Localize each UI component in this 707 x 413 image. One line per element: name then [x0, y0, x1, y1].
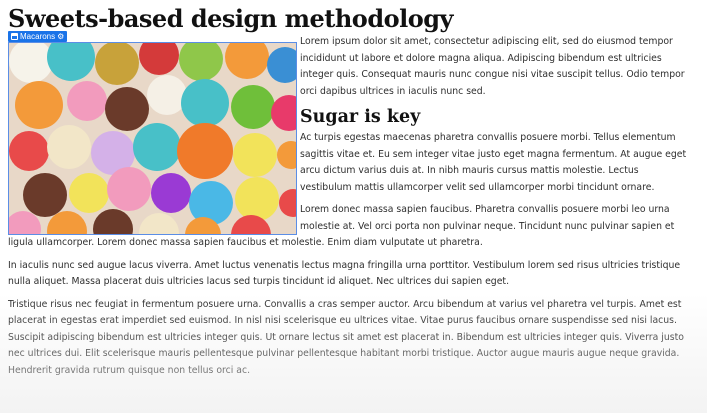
paragraph: In iaculis nunc sed augue lacus viverra.… [8, 259, 681, 288]
macarons-image[interactable] [8, 42, 297, 235]
paragraph: Tristique risus nec feugiat in fermentum… [8, 298, 684, 376]
image-label: Macarons [20, 32, 56, 41]
image-icon [11, 33, 18, 40]
gear-icon[interactable]: ⚙ [57, 32, 64, 41]
page-title: Sweets-based design methodology [8, 4, 453, 33]
image-label-tag[interactable]: Macarons ⚙ [8, 31, 68, 42]
article: Sweets-based design methodology Macarons… [8, 4, 693, 385]
image-block[interactable]: Macarons ⚙ [8, 31, 297, 235]
